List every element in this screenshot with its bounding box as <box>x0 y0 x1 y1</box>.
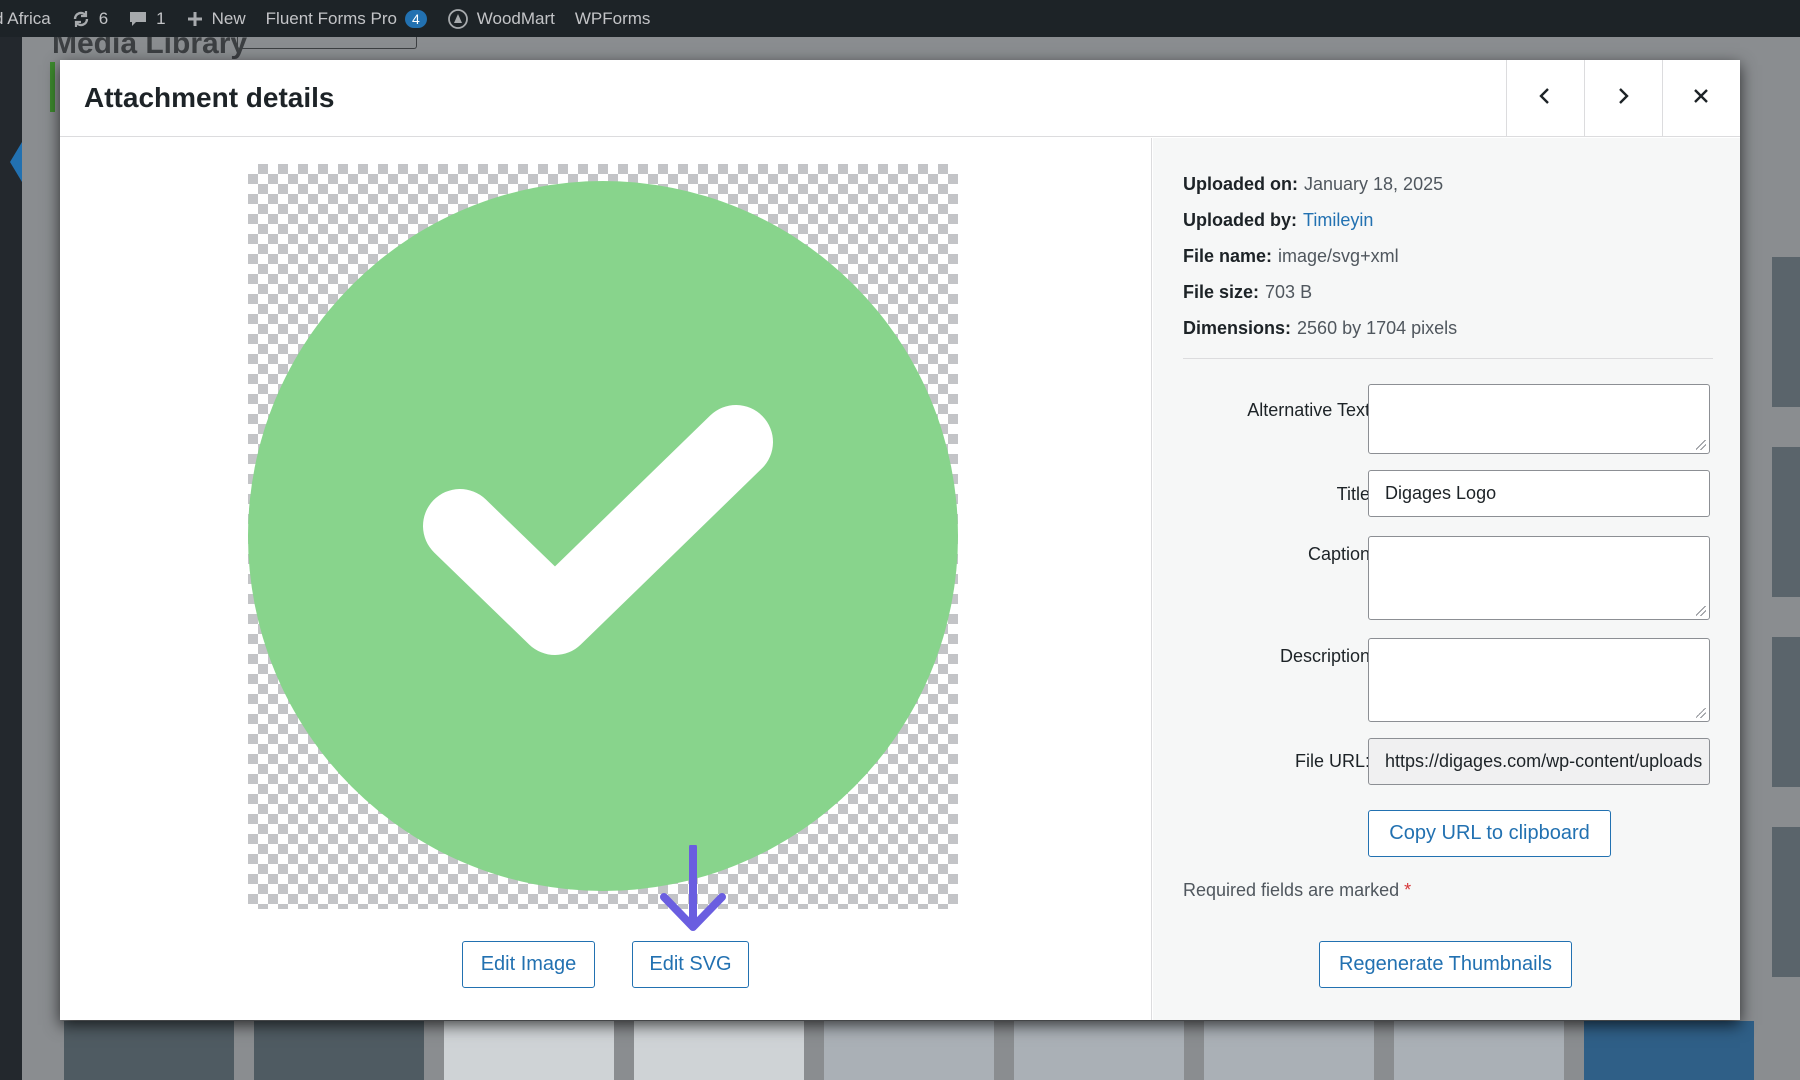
copy-url-button[interactable]: Copy URL to clipboard <box>1368 810 1611 857</box>
required-text: Required fields are marked <box>1183 880 1400 900</box>
file-url-label: File URL: <box>1294 751 1370 771</box>
caption-field[interactable] <box>1368 536 1710 620</box>
edit-svg-button[interactable]: Edit SVG <box>632 941 749 988</box>
comments-count: 1 <box>156 8 166 28</box>
media-thumbnail[interactable] <box>1772 257 1800 407</box>
add-new-button <box>237 37 417 49</box>
sidebar-active-indicator <box>10 142 22 182</box>
edit-image-button[interactable]: Edit Image <box>462 941 595 988</box>
refresh-icon <box>71 9 91 29</box>
uploaded-by-label: Uploaded by: <box>1183 210 1298 230</box>
media-thumbnail[interactable] <box>824 1021 994 1080</box>
description-label: Description <box>1279 646 1370 666</box>
media-thumbnail[interactable] <box>444 1021 614 1080</box>
new-content-link[interactable]: New <box>186 9 246 29</box>
page-title: Media Library <box>52 37 248 60</box>
attachment-details-modal: Attachment details Edit Image Edit SVG U… <box>60 60 1740 1020</box>
previous-attachment-button[interactable] <box>1506 60 1583 137</box>
media-thumbnail[interactable] <box>254 1021 424 1080</box>
media-thumbnail[interactable] <box>1204 1021 1374 1080</box>
uploaded-on-row: Uploaded on: January 18, 2025 <box>1183 166 1457 202</box>
required-fields-note: Required fields are marked * <box>1183 880 1411 901</box>
updates-link[interactable]: 6 <box>71 9 108 29</box>
admin-bar: d Africa 6 1 New Fluent Forms Pro 4 Wood… <box>0 0 1800 37</box>
media-thumbnail[interactable] <box>634 1021 804 1080</box>
site-name-link[interactable]: d Africa <box>0 9 51 29</box>
comments-link[interactable]: 1 <box>128 8 166 29</box>
file-name-value: image/svg+xml <box>1278 246 1399 266</box>
title-label: Title <box>1336 484 1370 504</box>
updates-count: 6 <box>98 8 109 28</box>
wpforms-link[interactable]: WPForms <box>575 9 651 29</box>
regenerate-thumbnails-button[interactable]: Regenerate Thumbnails <box>1319 941 1572 988</box>
image-preview <box>248 164 958 909</box>
woodmart-link[interactable]: WoodMart <box>447 8 555 30</box>
uploaded-by-link[interactable]: Timileyin <box>1303 210 1373 230</box>
down-arrow-icon <box>660 845 726 931</box>
description-field[interactable] <box>1368 638 1710 722</box>
fluent-forms-badge: 4 <box>404 9 427 28</box>
media-thumbnail[interactable] <box>1772 447 1800 597</box>
required-star: * <box>1404 880 1412 900</box>
attachment-info-pane: Uploaded on: January 18, 2025 Uploaded by… <box>1153 138 1740 1020</box>
uploaded-on-label: Uploaded on: <box>1183 174 1298 194</box>
notice-bar <box>50 62 55 112</box>
dimensions-row: Dimensions: 2560 by 1704 pixels <box>1183 310 1457 346</box>
file-size-label: File size: <box>1183 282 1260 302</box>
fluent-forms-link[interactable]: Fluent Forms Pro 4 <box>266 9 427 29</box>
file-url-field[interactable]: https://digages.com/wp-content/uploads <box>1368 738 1710 785</box>
file-details: Uploaded on: January 18, 2025 Uploaded by… <box>1183 166 1457 346</box>
comment-icon <box>128 9 148 29</box>
title-field[interactable]: Digages Logo <box>1368 470 1710 517</box>
modal-header: Attachment details <box>60 60 1740 137</box>
plus-icon <box>186 10 204 28</box>
fluent-forms-label: Fluent Forms Pro <box>265 8 397 28</box>
dimensions-label: Dimensions: <box>1183 318 1292 338</box>
media-thumbnail[interactable] <box>1584 1021 1754 1080</box>
file-size-row: File size: 703 B <box>1183 274 1457 310</box>
file-size-value: 703 B <box>1265 282 1313 302</box>
next-attachment-button[interactable] <box>1584 60 1661 137</box>
close-icon <box>1690 85 1712 112</box>
file-name-label: File name: <box>1183 246 1273 266</box>
alt-text-field[interactable] <box>1368 384 1710 454</box>
details-divider <box>1183 358 1713 359</box>
chevron-right-icon <box>1612 85 1634 112</box>
new-label: New <box>211 8 246 28</box>
checkmark-image <box>248 181 958 891</box>
media-thumbnail[interactable] <box>1014 1021 1184 1080</box>
media-thumbnail[interactable] <box>1772 827 1800 977</box>
woodmart-label: WoodMart <box>476 8 555 28</box>
woodmart-icon <box>447 8 469 30</box>
media-thumbnail[interactable] <box>1394 1021 1564 1080</box>
close-modal-button[interactable] <box>1662 60 1739 137</box>
media-thumbnail[interactable] <box>1772 637 1800 787</box>
admin-sidebar <box>0 37 22 1080</box>
attachment-preview-pane: Edit Image Edit SVG <box>60 138 1152 1020</box>
media-thumbnail[interactable] <box>64 1021 234 1080</box>
site-name-label: d Africa <box>0 8 51 28</box>
wpforms-label: WPForms <box>574 8 651 28</box>
dimensions-value: 2560 by 1704 pixels <box>1297 318 1458 338</box>
caption-label: Caption <box>1307 544 1370 564</box>
uploaded-on-value: January 18, 2025 <box>1304 174 1444 194</box>
chevron-left-icon <box>1534 85 1556 112</box>
modal-title: Attachment details <box>84 82 335 113</box>
file-name-row: File name: image/svg+xml <box>1183 238 1457 274</box>
uploaded-by-row: Uploaded by: Timileyin <box>1183 202 1457 238</box>
alt-text-label: Alternative Text <box>1247 400 1370 420</box>
